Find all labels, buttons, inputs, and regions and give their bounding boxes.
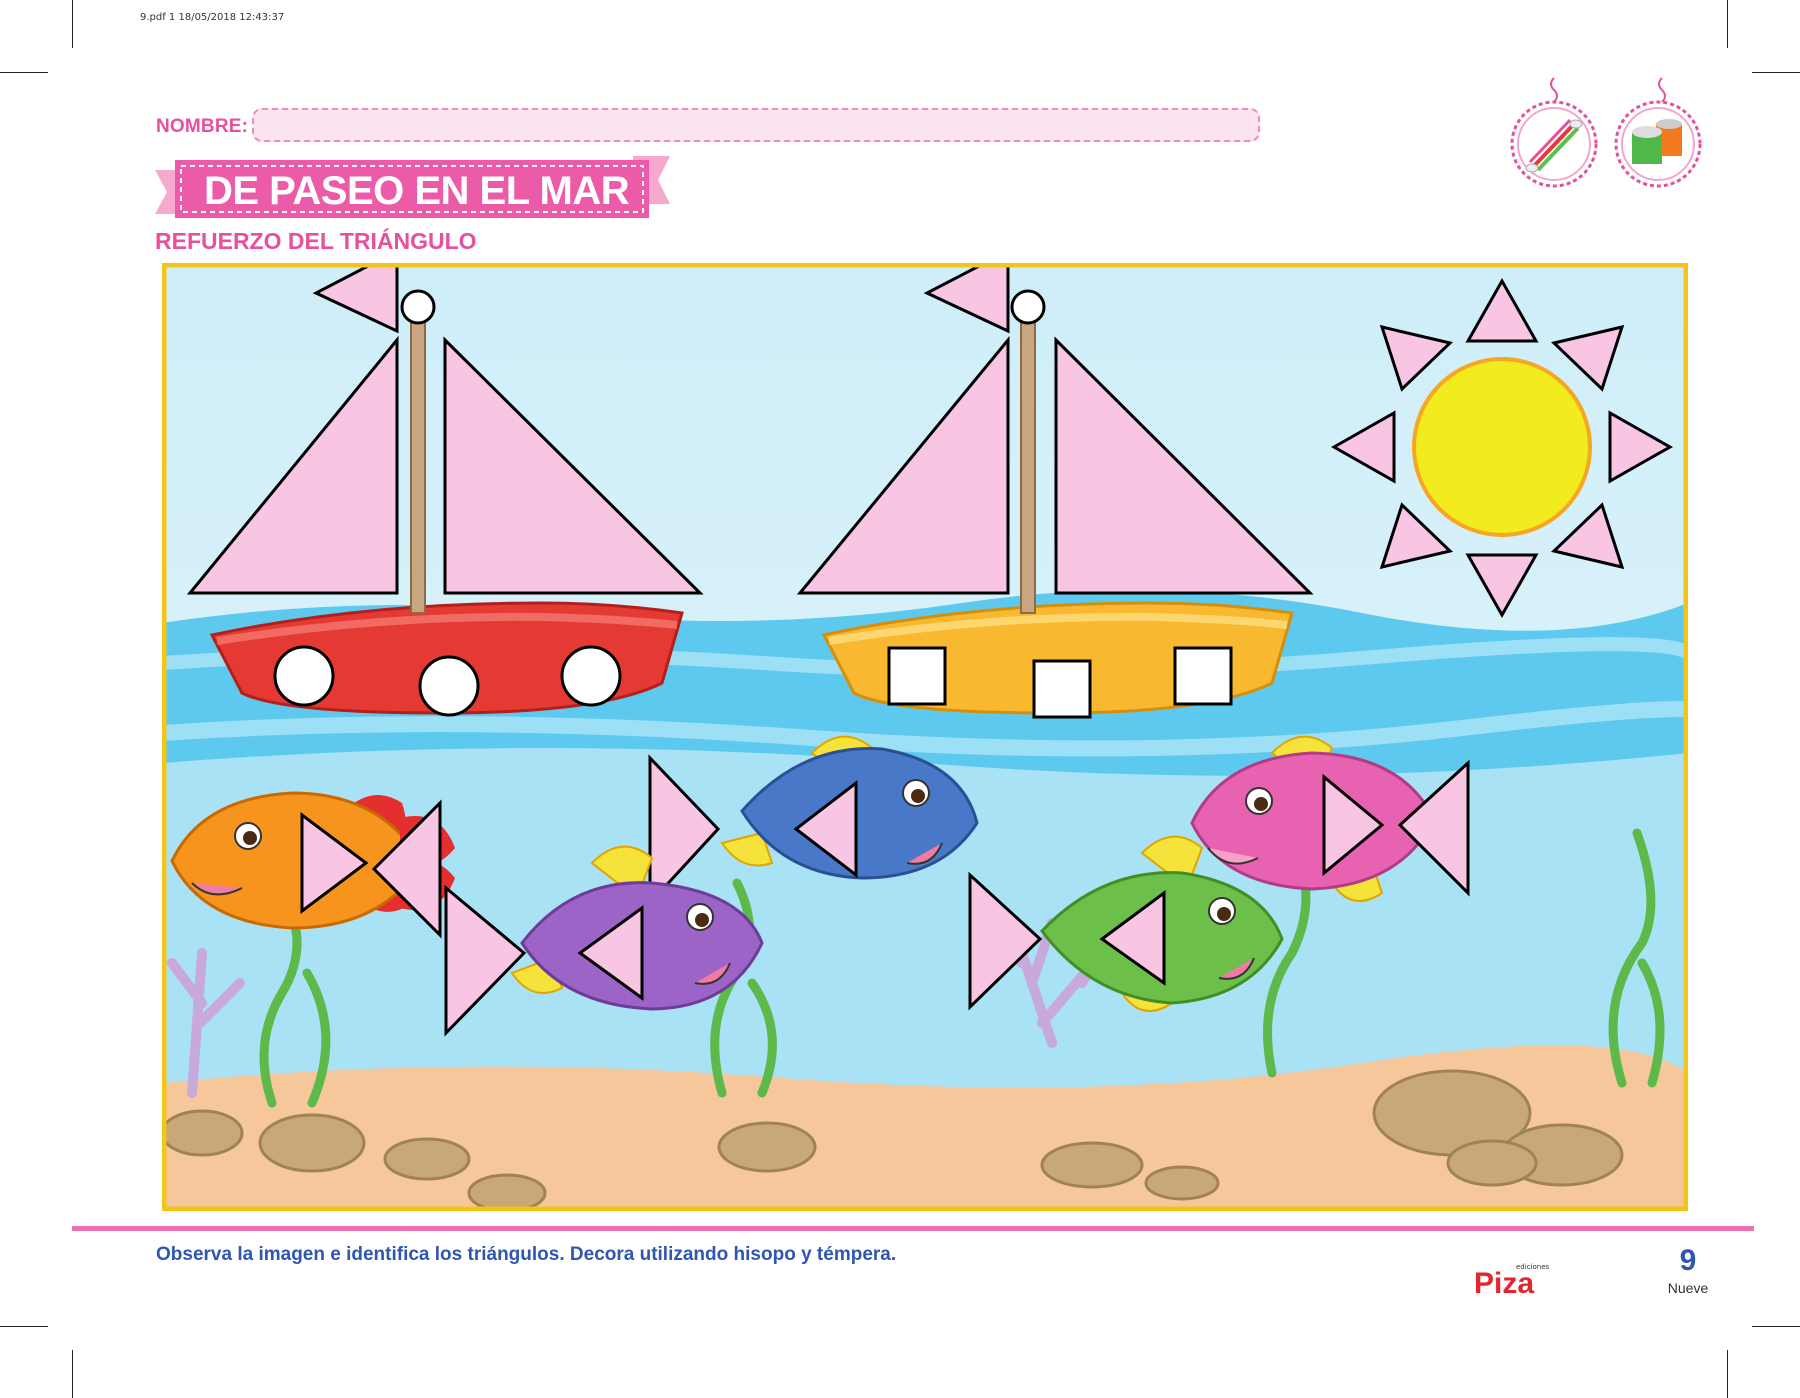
footer-divider xyxy=(72,1226,1754,1231)
crop-mark xyxy=(1727,1350,1728,1398)
boat-mast xyxy=(410,312,426,614)
cotton-swab-icon xyxy=(1510,77,1598,188)
boat-mast xyxy=(1020,312,1036,614)
boat-window xyxy=(887,646,947,706)
crop-mark xyxy=(72,0,73,48)
boat-window xyxy=(560,645,622,707)
instruction-text: Observa la imagen e identifica los trián… xyxy=(156,1244,897,1265)
page-subtitle: REFUERZO DEL TRIÁNGULO xyxy=(155,228,477,254)
page-number-word: Nueve xyxy=(1667,1280,1709,1296)
mast-top xyxy=(400,289,436,325)
publisher-logo: ediciones Piza xyxy=(1474,1263,1550,1296)
mast-top xyxy=(1010,289,1046,325)
paint-pots-icon xyxy=(1614,77,1702,188)
crop-mark xyxy=(1727,0,1728,48)
name-label: NOMBRE: xyxy=(156,116,249,137)
boat-window xyxy=(418,655,480,717)
sun xyxy=(1330,277,1674,619)
page-title: DE PASEO EN EL MAR xyxy=(204,169,630,213)
boat-window xyxy=(1032,659,1092,719)
crop-mark xyxy=(0,72,48,73)
crop-mark xyxy=(1752,1326,1800,1327)
boat-window xyxy=(273,645,335,707)
boat-window xyxy=(1173,646,1233,706)
print-info: 9.pdf 1 18/05/2018 12:43:37 xyxy=(140,12,285,23)
page-number: 9 xyxy=(1679,1244,1697,1277)
sea-scene xyxy=(162,263,1688,1211)
name-field[interactable] xyxy=(252,108,1260,142)
publisher-name: Piza xyxy=(1474,1267,1534,1296)
crop-mark xyxy=(72,1350,73,1398)
crop-mark xyxy=(1752,72,1800,73)
crop-mark xyxy=(0,1326,48,1327)
